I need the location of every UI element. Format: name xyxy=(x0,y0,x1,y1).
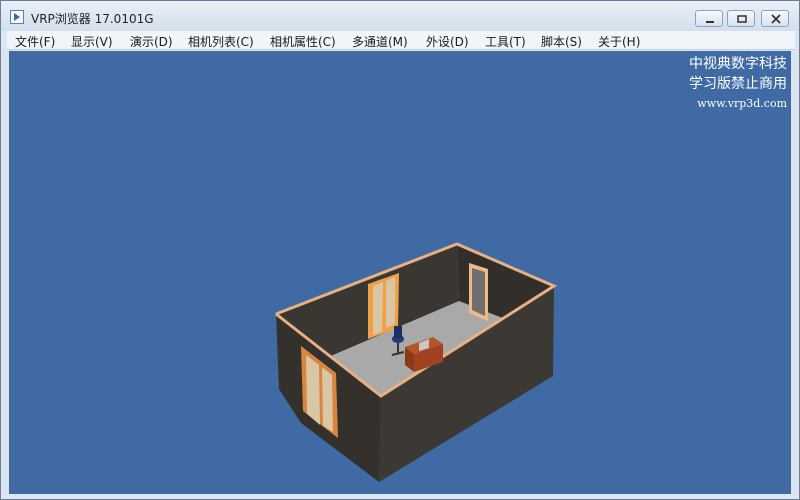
room-scene xyxy=(275,242,558,482)
watermark-url: www.vrp3d.com xyxy=(697,97,787,110)
menu-multi-channel[interactable]: 多通道(M) xyxy=(352,33,408,50)
restore-icon xyxy=(737,15,747,23)
door-glass xyxy=(472,268,485,316)
3d-viewport[interactable]: 中视典数字科技 学习版禁止商用 www.vrp3d.com xyxy=(9,51,791,494)
window-pane xyxy=(373,282,383,335)
window-pane xyxy=(386,277,395,328)
menu-script[interactable]: 脚本(S) xyxy=(541,33,582,50)
watermark-company: 中视典数字科技 xyxy=(689,56,787,72)
menu-peripherals[interactable]: 外设(D) xyxy=(426,33,469,50)
door-glass xyxy=(306,355,320,425)
close-button[interactable] xyxy=(761,10,789,27)
minimize-button[interactable] xyxy=(695,10,723,27)
menu-tools[interactable]: 工具(T) xyxy=(485,33,526,50)
app-window: VRP浏览器 17.0101G 文件(F) 显示(V) 演示(D) 相机列表(C… xyxy=(0,0,800,500)
close-icon xyxy=(771,14,781,24)
menu-bar: 文件(F) 显示(V) 演示(D) 相机列表(C) 相机属性(C) 多通道(M)… xyxy=(7,31,795,50)
restore-button[interactable] xyxy=(727,10,755,27)
menu-file[interactable]: 文件(F) xyxy=(15,33,55,50)
app-icon xyxy=(10,10,24,24)
menu-demo[interactable]: 演示(D) xyxy=(130,33,173,50)
office-chair-back xyxy=(394,326,402,338)
window-title: VRP浏览器 17.0101G xyxy=(31,12,154,26)
menu-about[interactable]: 关于(H) xyxy=(598,33,640,50)
menu-view[interactable]: 显示(V) xyxy=(71,33,113,50)
watermark-license: 学习版禁止商用 xyxy=(689,76,787,92)
title-bar[interactable]: VRP浏览器 17.0101G xyxy=(1,1,799,31)
door-glass xyxy=(322,367,333,432)
menu-camera-properties[interactable]: 相机属性(C) xyxy=(270,33,336,50)
menu-camera-list[interactable]: 相机列表(C) xyxy=(188,33,254,50)
minimize-icon xyxy=(706,21,714,23)
